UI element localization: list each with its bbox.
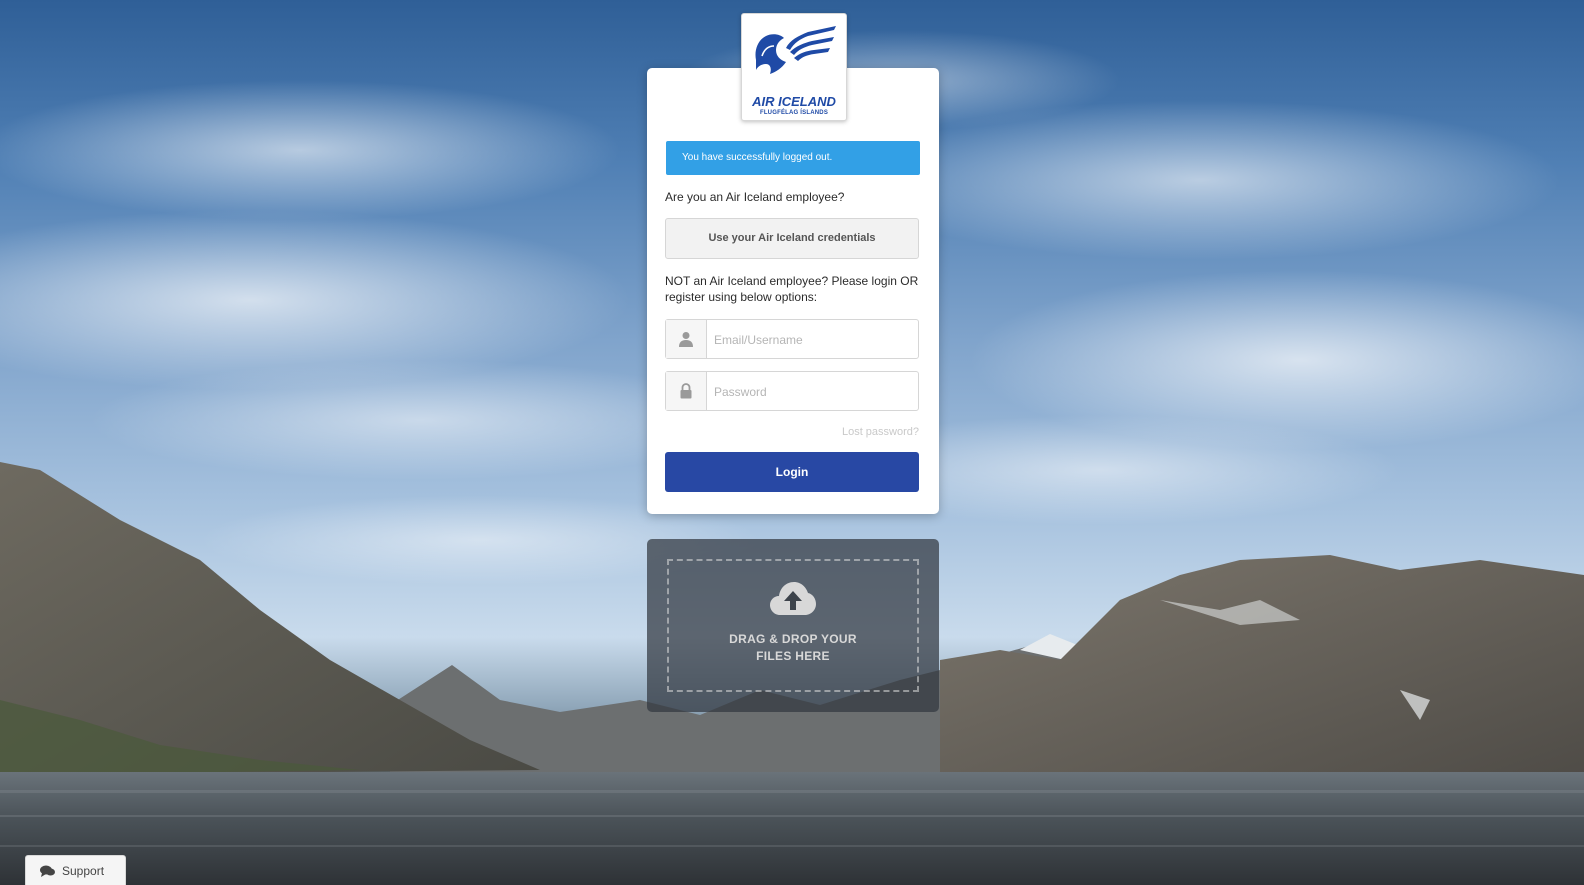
login-button[interactable]: Login [665, 452, 919, 492]
user-icon [679, 332, 693, 347]
support-button[interactable]: Support [25, 855, 126, 885]
chat-icon [40, 865, 55, 877]
lost-password-link[interactable]: Lost password? [787, 426, 919, 438]
login-page: You have successfully logged out. Are yo… [0, 0, 1584, 885]
password-addon [666, 372, 707, 410]
dropzone-label-line1: DRAG & DROP YOUR [729, 632, 857, 646]
dropzone-label: DRAG & DROP YOUR FILES HERE [647, 631, 939, 665]
password-input[interactable] [712, 380, 912, 404]
brand-title: AIR ICELAND [752, 94, 836, 109]
guest-prompt: NOT an Air Iceland employee? Please logi… [665, 274, 919, 304]
email-addon [666, 320, 707, 358]
email-field [665, 319, 919, 359]
login-card: You have successfully logged out. Are yo… [647, 68, 939, 514]
brand-subtitle: FLUGFÉLAG ÍSLANDS [759, 110, 829, 116]
employee-question: Are you an Air Iceland employee? [665, 190, 845, 204]
email-input[interactable] [712, 328, 912, 352]
brand-logo: AIR ICELAND FLUGFÉLAG ÍSLANDS [741, 13, 847, 121]
pegasus-logo-icon [755, 26, 836, 74]
password-field [665, 371, 919, 411]
use-credentials-button[interactable]: Use your Air Iceland credentials [665, 218, 919, 259]
file-dropzone[interactable]: DRAG & DROP YOUR FILES HERE [647, 539, 939, 712]
cloud-upload-icon [770, 582, 816, 615]
dropzone-label-line2: FILES HERE [756, 649, 830, 663]
dropzone-border [667, 559, 919, 692]
logout-success-alert: You have successfully logged out. [666, 141, 920, 175]
lock-icon [680, 383, 692, 399]
support-label: Support [62, 864, 105, 878]
